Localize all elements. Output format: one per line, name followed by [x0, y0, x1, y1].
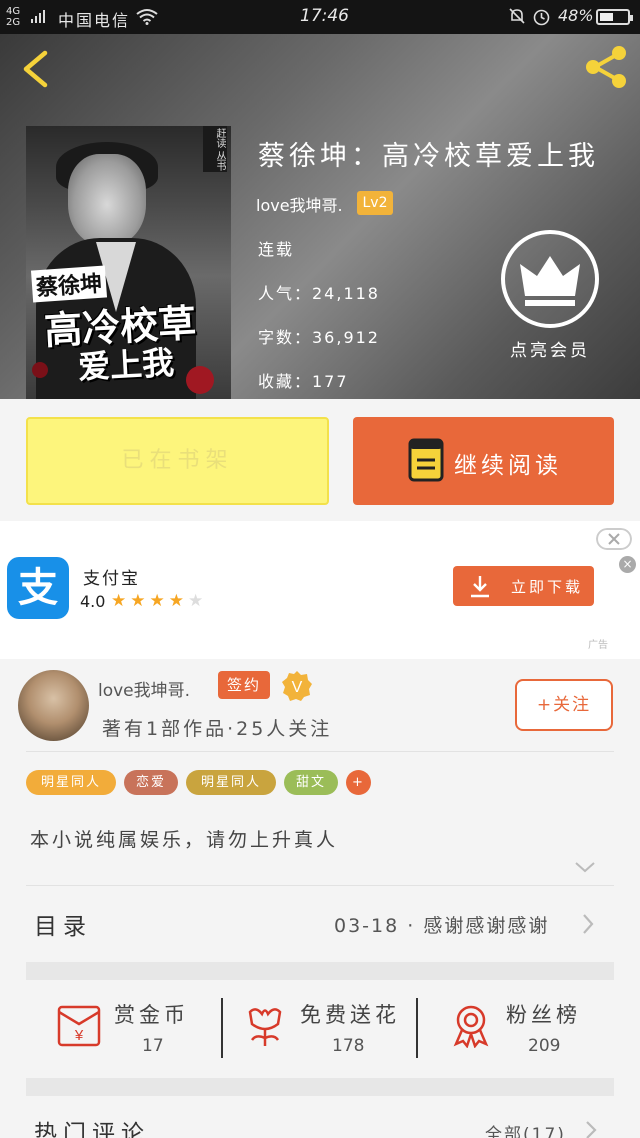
genre-tag[interactable]: 甜文 [284, 770, 338, 795]
star-empty: ★ [187, 591, 208, 611]
verified-v-icon: V [282, 671, 312, 701]
free-flower-label: 免费送花 [300, 1003, 400, 1027]
genre-tag[interactable]: 恋爱 [124, 770, 178, 795]
ad-download-label: 立即下载 [511, 578, 584, 596]
book-intro: 本小说纯属娱乐，请勿上升真人 [30, 829, 339, 851]
carrier-label: 中国电信 [58, 11, 131, 30]
book-popularity: 人气：24,118 [258, 284, 380, 303]
book-favorites: 收藏：177 [258, 372, 349, 391]
ad-app-name: 支付宝 [83, 569, 140, 589]
continue-reading-button[interactable]: 继续阅读 [353, 417, 614, 505]
stat-divider [416, 998, 418, 1058]
signal-icon [31, 10, 45, 23]
flower-icon [248, 1008, 282, 1046]
genre-tag[interactable]: 明星同人 [186, 770, 276, 795]
ad-banner[interactable]: 支 支付宝 4.0 ★★★★★ 立即下载 × 广告 [0, 521, 640, 659]
book-author[interactable]: love我坤哥. [256, 192, 343, 216]
mute-bell-icon [509, 8, 525, 24]
toc-latest-chapter[interactable]: 03-18 · 感谢感谢感谢 [334, 911, 549, 938]
network-4g: 4G [6, 6, 21, 17]
free-flower-value: 178 [332, 1036, 365, 1056]
vip-button[interactable] [501, 230, 599, 328]
svg-text:¥: ¥ [74, 1027, 84, 1044]
book-cover[interactable]: 赶读 丛书 蔡徐坤 高冷校草 爱上我 [26, 126, 231, 399]
genre-tag[interactable]: 明星同人 [26, 770, 116, 795]
book-status: 连载 [258, 240, 295, 259]
divider [26, 885, 614, 886]
battery-icon [596, 9, 633, 25]
verified-v-text: V [292, 679, 303, 696]
alipay-logo-icon: 支 [7, 557, 69, 619]
red-envelope-icon: ¥ [57, 1005, 101, 1047]
in-bookshelf-button[interactable]: 已在书架 [26, 417, 329, 505]
add-tag-button[interactable]: + [346, 770, 371, 795]
status-bar: 4G 2G 中国电信 17:46 48% [0, 0, 640, 34]
avatar[interactable] [18, 670, 89, 741]
star-filled: ★★★★ [111, 591, 188, 611]
ad-star-rating: ★★★★★ [111, 591, 207, 611]
ad-close-icon[interactable] [596, 528, 632, 550]
all-comments-link[interactable]: 全部(17) [485, 1120, 566, 1138]
follow-button[interactable]: +关注 [515, 679, 613, 731]
author-info: 著有1部作品·25人关注 [102, 718, 333, 740]
book-icon [408, 438, 444, 482]
fans-ranking-label: 粉丝榜 [506, 1003, 581, 1027]
ad-download-button[interactable]: 立即下载 [453, 566, 594, 606]
book-detail-page: { "status_bar": { "network": "4G", "netw… [0, 0, 640, 1138]
wifi-icon [136, 9, 158, 25]
crown-icon [520, 256, 580, 306]
section-separator [26, 1078, 614, 1096]
divider [26, 751, 614, 752]
medal-icon [453, 1005, 489, 1048]
expand-chevron-down-icon[interactable] [574, 860, 596, 874]
author-level-badge: Lv2 [357, 191, 393, 215]
section-separator [26, 962, 614, 980]
cover-publisher: 赶读 丛书 [203, 126, 227, 172]
back-icon[interactable] [20, 50, 50, 88]
ad-rating: 4.0 [80, 592, 106, 611]
signed-badge: 签约 [218, 671, 270, 699]
book-title: 蔡徐坤：高冷校草爱上我 [258, 141, 599, 172]
download-icon [471, 576, 489, 598]
chevron-right-icon[interactable] [584, 1120, 598, 1138]
reward-coins-label: 赏金币 [114, 1003, 189, 1027]
vip-label[interactable]: 点亮会员 [510, 336, 590, 361]
battery-percent: 48% [558, 6, 594, 25]
cover-rose [32, 362, 48, 378]
ad-tag: 广告 [588, 640, 608, 651]
fans-ranking-value: 209 [528, 1036, 561, 1056]
reward-coins-value: 17 [142, 1036, 164, 1056]
network-type: 4G 2G [6, 6, 20, 28]
network-2g: 2G [6, 17, 21, 28]
share-icon[interactable] [583, 44, 629, 90]
clock: 17:46 [300, 6, 349, 26]
hot-comments-label: 热门评论 [34, 1121, 150, 1138]
author-name[interactable]: love我坤哥. [98, 676, 190, 701]
toc-label[interactable]: 目录 [34, 907, 92, 941]
book-word-count: 字数：36,912 [258, 328, 380, 347]
stat-divider [221, 998, 223, 1058]
ad-dismiss-button[interactable]: × [619, 556, 636, 573]
continue-reading-label: 继续阅读 [454, 453, 562, 479]
alarm-icon [533, 9, 550, 26]
chevron-right-icon[interactable] [581, 912, 595, 936]
cover-rose [186, 366, 214, 394]
cover-title-line3: 爱上我 [77, 343, 176, 387]
cover-figure-face [68, 154, 146, 246]
